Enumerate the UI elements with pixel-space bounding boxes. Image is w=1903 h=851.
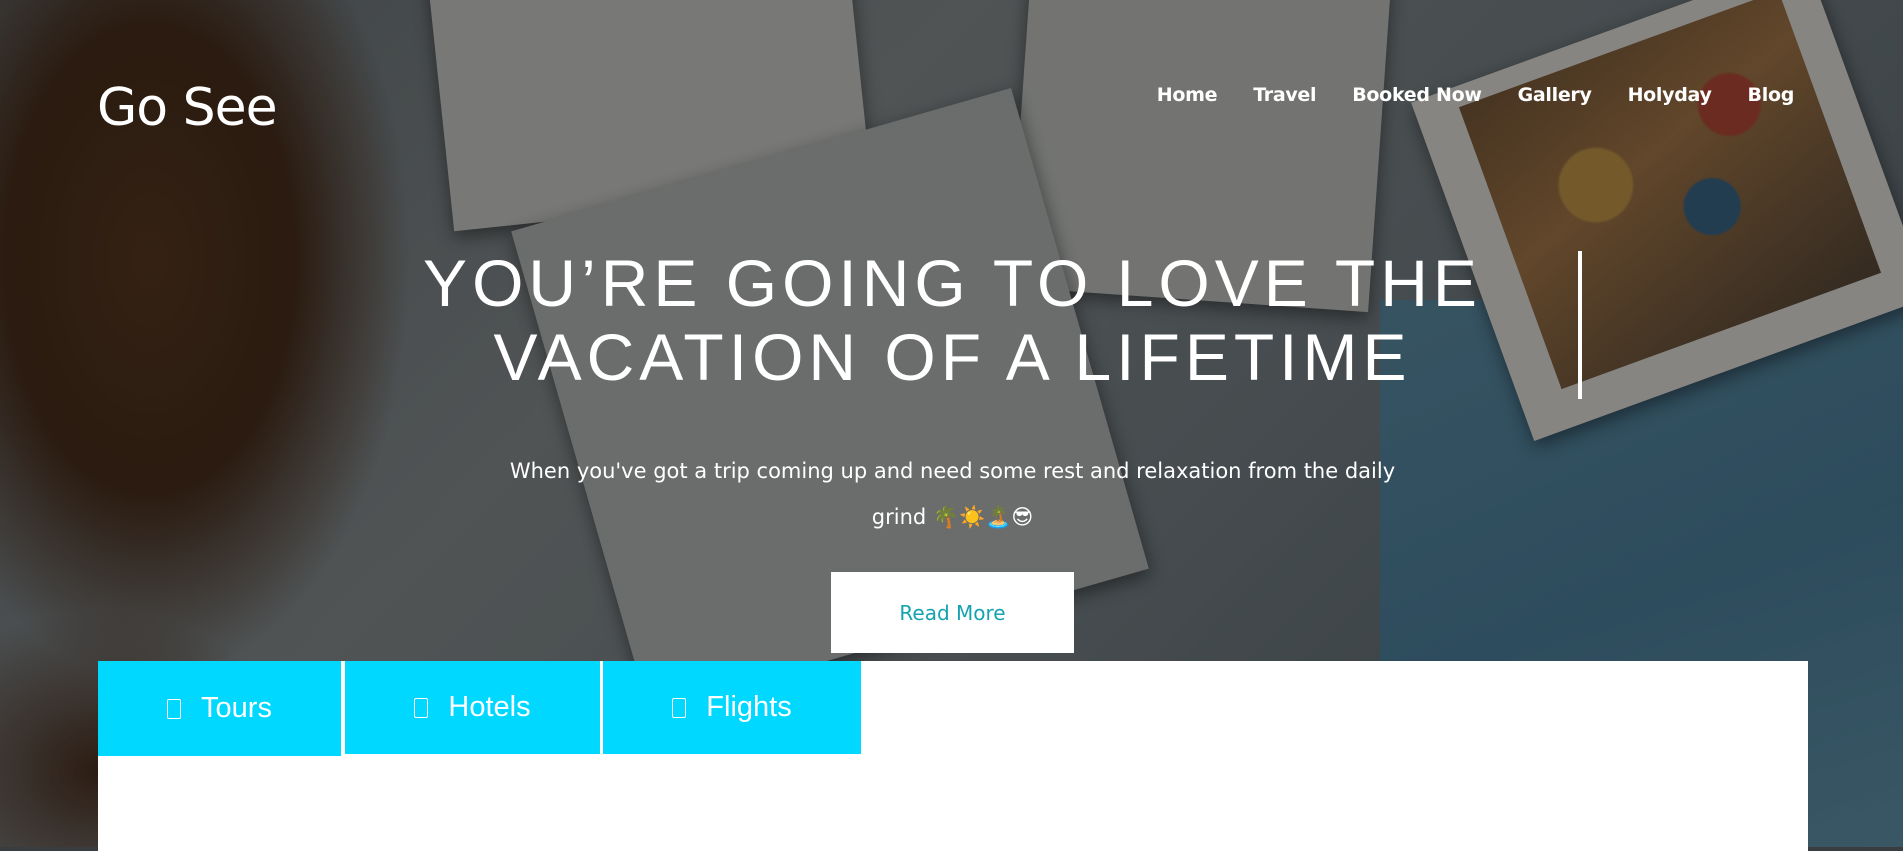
hero-headline-line-1: YOU’RE GOING TO LOVE THE [423,246,1482,320]
tab-tours[interactable]: Tours [98,661,341,756]
hero-subtitle-line-2: grind 🌴☀️🏝️😎 [871,505,1034,529]
tab-flights-label: Flights [706,691,792,723]
nav-item-blog[interactable]: Blog [1748,84,1795,106]
hero-headline: YOU’RE GOING TO LOVE THE VACATION OF A L… [380,246,1525,394]
tab-tours-label: Tours [201,692,272,724]
hero-subtitle: When you've got a trip coming up and nee… [460,448,1445,540]
nav-item-home[interactable]: Home [1157,84,1218,106]
tab-hotels-label: Hotels [448,691,531,723]
hotels-icon [414,697,429,718]
typing-cursor [1578,251,1582,399]
nav-item-booked-now[interactable]: Booked Now [1352,84,1482,106]
read-more-button[interactable]: Read More [831,572,1074,653]
main-nav: Home Travel Booked Now Gallery Holyday B… [1121,84,1795,106]
hero-headline-line-2: VACATION OF A LIFETIME [493,320,1412,394]
site-logo[interactable]: Go See [97,78,278,138]
nav-item-gallery[interactable]: Gallery [1518,84,1592,106]
nav-item-travel[interactable]: Travel [1253,84,1316,106]
hero-subtitle-line-1: When you've got a trip coming up and nee… [509,459,1396,483]
tours-icon [167,698,182,719]
nav-item-holyday[interactable]: Holyday [1628,84,1712,106]
tab-flights[interactable]: Flights [603,661,861,754]
tab-hotels[interactable]: Hotels [345,661,600,754]
flights-icon [672,697,687,718]
